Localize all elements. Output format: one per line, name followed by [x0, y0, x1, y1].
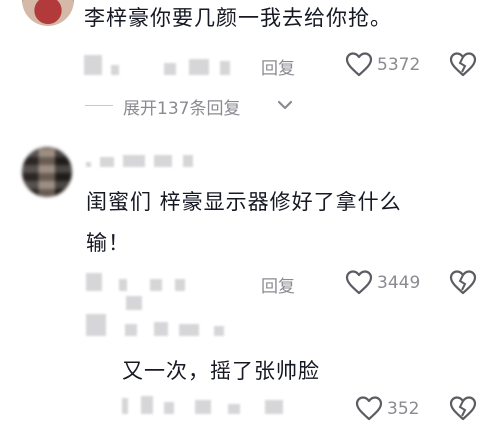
- broken-heart-icon[interactable]: [449, 396, 477, 421]
- comment-meta: [86, 270, 246, 310]
- avatar[interactable]: [22, 0, 74, 26]
- comment-text: 李梓豪你要几颜一我去给你抢。: [84, 6, 392, 30]
- broken-heart-icon[interactable]: [449, 270, 477, 295]
- comment-text: 闺蜜们 梓豪显示器修好了拿什么: [86, 190, 402, 214]
- username[interactable]: [86, 152, 196, 170]
- heart-outline-icon[interactable]: [345, 52, 373, 77]
- reply-button[interactable]: 回复: [261, 272, 295, 297]
- avatar[interactable]: [22, 147, 72, 197]
- reply-button[interactable]: 回复: [261, 54, 295, 79]
- heart-outline-icon[interactable]: [355, 396, 383, 421]
- chevron-down-icon[interactable]: [276, 98, 294, 112]
- comment-text-line2: 输！: [86, 231, 130, 255]
- expand-replies-button[interactable]: 展开137条回复: [123, 94, 240, 119]
- reply-meta: [122, 396, 302, 420]
- reply-text: 又一次，摇了张帅脸: [122, 359, 320, 383]
- divider: [85, 105, 113, 106]
- like-count: 5372: [377, 55, 421, 75]
- heart-outline-icon[interactable]: [345, 270, 373, 295]
- comment-meta: [84, 52, 244, 78]
- broken-heart-icon[interactable]: [449, 52, 477, 77]
- reply-username[interactable]: [86, 314, 236, 344]
- expand-replies-label: 展开137条回复: [123, 99, 241, 119]
- like-count: 352: [387, 399, 420, 419]
- like-count: 3449: [377, 273, 421, 293]
